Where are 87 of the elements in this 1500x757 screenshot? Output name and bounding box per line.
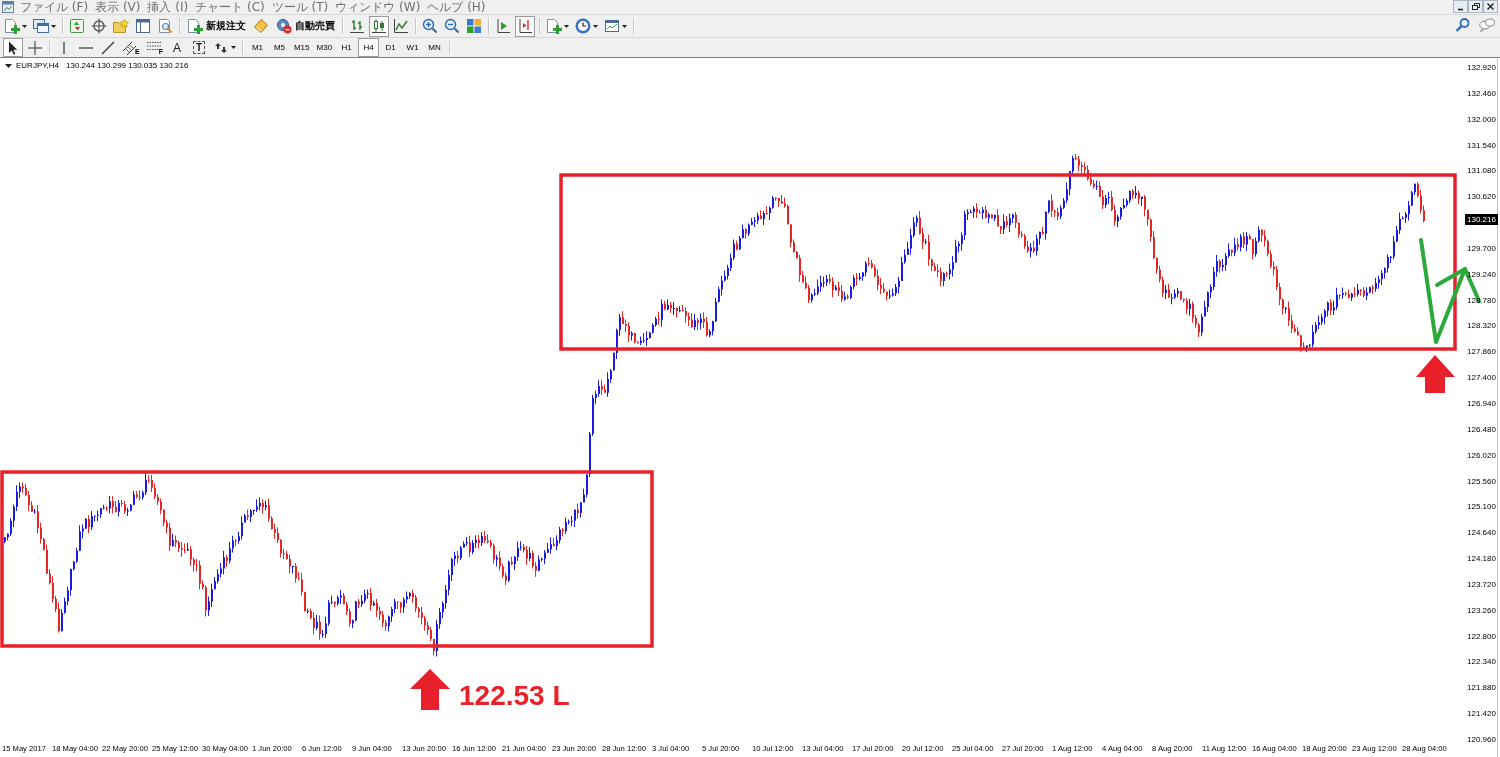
ohlc-bars-icon xyxy=(349,18,365,34)
zoom-in-icon xyxy=(422,18,438,34)
horizontal-line-icon xyxy=(79,46,93,49)
price-axis-label: 132.920 xyxy=(1467,63,1496,73)
timeframe-button[interactable]: W1 xyxy=(402,38,424,57)
minimize-button[interactable] xyxy=(1453,0,1468,13)
menu-item[interactable]: チャート (C) xyxy=(195,0,265,14)
chart-window-icon xyxy=(604,18,620,34)
clock-icon xyxy=(575,18,591,34)
price-axis-label: 124.180 xyxy=(1467,554,1496,565)
trend-line-icon xyxy=(100,39,116,56)
up-arrow xyxy=(1416,355,1455,393)
price-axis-label: 123.260 xyxy=(1467,605,1496,616)
price-axis-label: 123.720 xyxy=(1467,579,1496,590)
target-icon xyxy=(91,18,107,34)
price-axis-label: 121.880 xyxy=(1467,683,1496,694)
price-axis-label: 129.700 xyxy=(1467,243,1496,254)
price-axis-label: 132.000 xyxy=(1467,114,1496,125)
menu-item[interactable]: 表示 (V) xyxy=(95,0,141,14)
up-down-triangles-icon xyxy=(69,18,85,34)
menu-item[interactable]: 挿入 (I) xyxy=(147,0,189,14)
chart-shift-icon xyxy=(517,18,533,34)
price-axis-label: 124.640 xyxy=(1467,528,1496,539)
close-button[interactable] xyxy=(1483,0,1498,13)
price-axis-label: 131.540 xyxy=(1467,140,1496,151)
symbol-label: EURJPY,H4 xyxy=(16,61,59,71)
price-axis-label: 128.320 xyxy=(1467,321,1496,332)
menu-item[interactable]: ヘルプ (H) xyxy=(427,0,486,14)
axis-triangle-icon xyxy=(495,18,511,34)
timeframe-button[interactable]: MN xyxy=(424,38,446,57)
document-plus-icon xyxy=(546,18,562,34)
price-axis-label: 126.940 xyxy=(1467,399,1496,409)
document-plus-icon xyxy=(4,18,20,34)
caret-icon[interactable] xyxy=(5,64,12,68)
restore-button[interactable] xyxy=(1468,0,1483,13)
line-chart-icon xyxy=(393,18,409,34)
low-price-label: 122.53 L xyxy=(459,680,570,712)
price-axis-label: 125.100 xyxy=(1467,502,1496,513)
price-axis-label: 122.340 xyxy=(1467,657,1496,668)
price-axis-label: 125.560 xyxy=(1467,476,1496,487)
price-axis-label: 126.480 xyxy=(1467,424,1496,435)
timeframe-button[interactable]: M1 xyxy=(246,38,268,57)
price-axis-label: 120.960 xyxy=(1467,735,1496,745)
document-plus-icon xyxy=(187,18,203,34)
timeframe-button[interactable]: M5 xyxy=(268,38,290,57)
quote-values: 130.244 130.299 130.035 130.216 xyxy=(66,61,189,71)
vertical-line-icon xyxy=(63,41,65,54)
price-axis-label: 130.620 xyxy=(1467,192,1496,203)
ring-stop-icon xyxy=(276,18,292,34)
current-price-tag: 130.216 xyxy=(1465,214,1498,226)
speech-bubbles-icon xyxy=(1479,17,1495,33)
timeframe-button[interactable]: M30 xyxy=(313,38,336,57)
autotrading-button[interactable]: 自動売買 xyxy=(273,15,338,37)
timeframe-button[interactable]: M15 xyxy=(290,38,313,57)
timeframe-button[interactable]: H4 xyxy=(358,38,380,57)
text-label-button[interactable]: T xyxy=(188,38,209,57)
up-arrow xyxy=(410,669,450,710)
chart-shift-button[interactable] xyxy=(515,15,535,37)
stacked-windows-icon xyxy=(33,18,49,34)
new-order-button[interactable]: 新規注文 xyxy=(184,15,249,37)
channel-icon xyxy=(122,39,138,56)
price-axis-label: 126.020 xyxy=(1467,450,1496,461)
candle-chart-button[interactable] xyxy=(369,15,389,37)
price-axis-label: 127.860 xyxy=(1467,347,1496,358)
price-axis-label: 121.420 xyxy=(1467,709,1496,720)
price-axis-label: 122.800 xyxy=(1467,631,1496,642)
candlestick-icon xyxy=(371,18,387,34)
menu-item[interactable]: ウィンドウ (W) xyxy=(335,0,421,14)
timeframe-button[interactable]: D1 xyxy=(380,38,402,57)
close-icon xyxy=(1486,2,1495,11)
menu-item[interactable]: ファイル (F) xyxy=(20,0,89,14)
menu-item[interactable]: ツール (T) xyxy=(271,0,329,14)
crosshair-icon xyxy=(27,39,43,56)
document-magnifier-icon xyxy=(157,18,173,34)
cursor-button[interactable] xyxy=(3,38,23,57)
price-axis-label: 127.400 xyxy=(1467,373,1496,384)
zoom-out-icon xyxy=(444,18,460,34)
text-button[interactable]: A xyxy=(166,38,187,57)
timeframe-button[interactable]: H1 xyxy=(336,38,358,57)
tile-windows-icon xyxy=(466,18,482,34)
search-icon xyxy=(1455,17,1471,33)
diamond-icon xyxy=(253,18,269,34)
panel-window-icon xyxy=(135,18,151,34)
price-axis-label: 131.080 xyxy=(1467,166,1496,177)
restore-icon xyxy=(1471,2,1480,11)
folder-star-icon xyxy=(113,18,129,34)
price-axis-label: 132.460 xyxy=(1467,88,1496,99)
